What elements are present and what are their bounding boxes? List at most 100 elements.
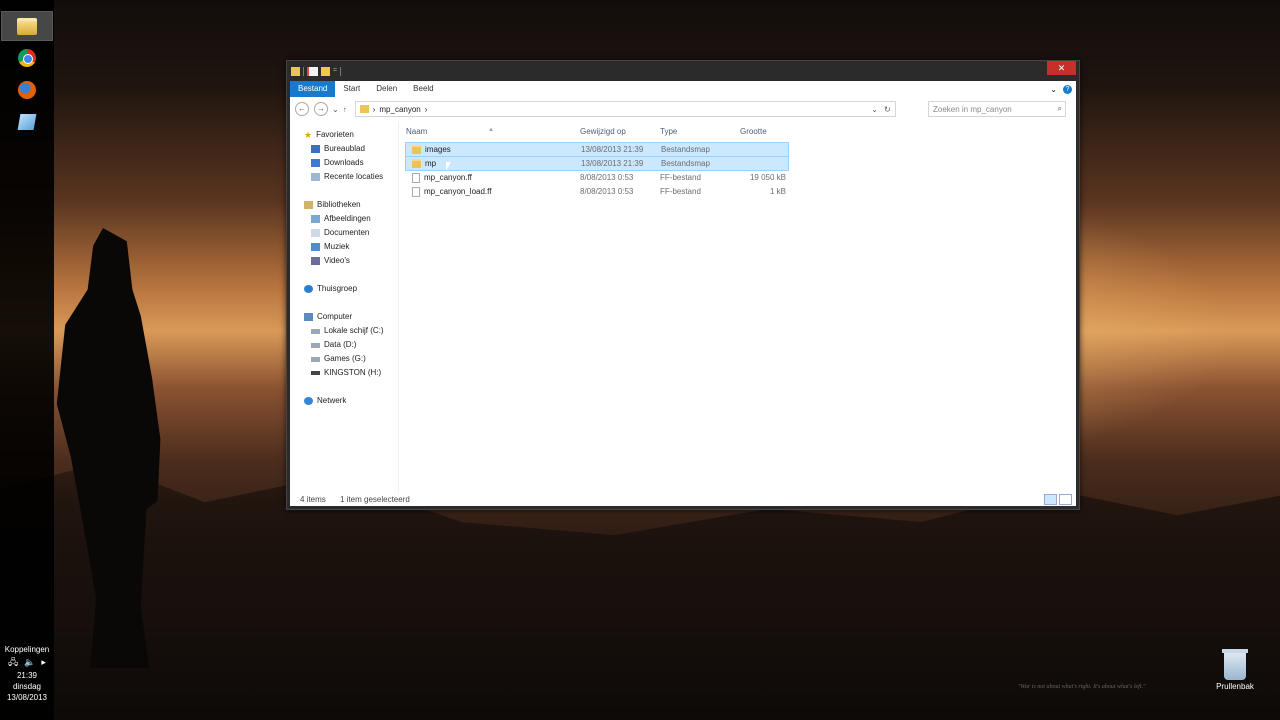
clock-date[interactable]: 13/08/2013	[0, 692, 54, 703]
system-tray: Koppelingen 🖧 🔈 ▸ 21:39 dinsdag 13/08/20…	[0, 644, 54, 703]
back-button[interactable]: ←	[295, 102, 309, 116]
taskbar: Koppelingen 🖧 🔈 ▸ 21:39 dinsdag 13/08/20…	[0, 0, 54, 720]
file-size: 1 kB	[769, 187, 786, 196]
divider	[340, 66, 342, 76]
file-row[interactable]: mp_canyon.ff 8/08/2013 0:53 FF-bestand 1…	[406, 171, 788, 184]
wallpaper-quote: "War is not about what's right. It's abo…	[1018, 684, 1146, 690]
nav-favorieten[interactable]: ★ Favorieten	[304, 129, 354, 141]
recent-locations-icon[interactable]: ⌄	[332, 105, 339, 114]
nav-thuisgroep[interactable]: Thuisgroep	[304, 283, 357, 295]
nav-afbeeldingen[interactable]: Afbeeldingen	[311, 213, 371, 225]
nav-videos[interactable]: Video's	[311, 255, 350, 267]
nav-drive-g[interactable]: Games (G:)	[311, 353, 366, 365]
libraries-icon	[304, 201, 313, 209]
taskbar-paper-app[interactable]	[2, 108, 52, 136]
nav-drive-h[interactable]: KINGSTON (H:)	[311, 367, 381, 379]
tab-bestand[interactable]: Bestand	[290, 81, 336, 97]
file-row[interactable]: mp_canyon_load.ff 8/08/2013 0:53 FF-best…	[406, 185, 788, 198]
file-type: FF-bestand	[660, 187, 701, 196]
chevron-right-icon[interactable]: ▸	[41, 657, 46, 668]
network-tray-icon[interactable]: 🖧	[8, 657, 18, 668]
new-folder-icon[interactable]	[321, 66, 330, 76]
tab-beeld[interactable]: Beeld	[405, 81, 441, 97]
file-modified: 13/08/2013 21:39	[581, 159, 644, 168]
file-list: Naam ▲ Gewijzigd op Type Grootte images …	[398, 121, 1076, 493]
column-header-modified[interactable]: Gewijzigd op	[580, 127, 626, 136]
customize-toolbar-icon[interactable]: =	[333, 67, 337, 76]
sort-ascending-icon: ▲	[488, 127, 494, 133]
star-icon: ★	[304, 130, 313, 140]
expand-ribbon-icon[interactable]: ⌄	[1050, 85, 1057, 94]
address-history-icon[interactable]: ⌄	[871, 105, 878, 114]
file-row[interactable]: images 13/08/2013 21:39 Bestandsmap	[405, 142, 789, 157]
large-icons-view-button[interactable]	[1059, 494, 1072, 505]
title-bar[interactable]: = ✕	[287, 61, 1079, 81]
nav-drive-d[interactable]: Data (D:)	[311, 339, 356, 351]
explorer-body: ★ Favorieten Bureaublad Downloads Recente…	[290, 121, 1076, 493]
file-type: Bestandsmap	[661, 145, 710, 154]
status-selection: 1 item geselecteerd	[340, 495, 410, 504]
search-icon[interactable]: ⌕	[1058, 104, 1062, 114]
mouse-cursor	[446, 162, 451, 171]
clock-day[interactable]: dinsdag	[0, 681, 54, 692]
links-toolbar[interactable]: Koppelingen	[0, 644, 54, 655]
divider	[303, 66, 304, 76]
documents-icon	[311, 229, 320, 237]
chrome-icon	[18, 49, 36, 67]
taskbar-file-explorer[interactable]	[1, 11, 53, 41]
folder-icon	[412, 145, 421, 155]
usb-drive-icon	[311, 371, 320, 375]
network-icon	[304, 397, 313, 405]
view-switcher	[1044, 494, 1072, 505]
file-name: mp_canyon.ff	[412, 171, 472, 184]
column-header-type[interactable]: Type	[660, 127, 677, 136]
file-size: 19 050 kB	[749, 173, 786, 182]
tab-start[interactable]: Start	[335, 81, 368, 97]
details-view-button[interactable]	[1044, 494, 1057, 505]
navigation-pane: ★ Favorieten Bureaublad Downloads Recente…	[290, 121, 399, 493]
nav-muziek[interactable]: Muziek	[311, 241, 349, 253]
column-header-name[interactable]: Naam	[406, 127, 427, 136]
forward-button[interactable]: →	[314, 102, 328, 116]
recycle-bin[interactable]: Prullenbak	[1210, 649, 1260, 691]
videos-icon	[311, 257, 320, 265]
properties-icon[interactable]	[307, 66, 318, 76]
computer-icon	[304, 313, 313, 321]
downloads-icon	[311, 159, 320, 167]
nav-documenten[interactable]: Documenten	[311, 227, 369, 239]
homegroup-icon	[304, 285, 313, 293]
taskbar-chrome[interactable]	[2, 44, 52, 72]
up-button[interactable]: ↑	[343, 105, 347, 114]
breadcrumb-mp-canyon[interactable]: mp_canyon	[379, 105, 420, 114]
nav-drive-c[interactable]: Lokale schijf (C:)	[311, 325, 384, 337]
nav-bibliotheken[interactable]: Bibliotheken	[304, 199, 361, 211]
drive-icon	[311, 342, 320, 348]
taskbar-firefox[interactable]	[2, 76, 52, 104]
help-icon[interactable]: ?	[1063, 84, 1072, 94]
close-button[interactable]: ✕	[1047, 61, 1076, 75]
breadcrumb-separator-icon[interactable]: ›	[425, 105, 428, 114]
recent-places-icon	[311, 173, 320, 181]
search-input[interactable]: Zoeken in mp_canyon ⌕	[928, 101, 1066, 117]
volume-tray-icon[interactable]: 🔈	[24, 657, 35, 668]
address-bar[interactable]: › mp_canyon › ⌄ ↻	[354, 101, 896, 117]
nav-recente-locaties[interactable]: Recente locaties	[311, 171, 383, 183]
nav-computer[interactable]: Computer	[304, 311, 352, 323]
file-icon	[412, 186, 420, 197]
recycle-bin-icon	[1222, 649, 1248, 680]
refresh-icon[interactable]: ↻	[884, 105, 891, 114]
clock-time[interactable]: 21:39	[0, 670, 54, 681]
nav-bureaublad[interactable]: Bureaublad	[311, 143, 365, 155]
file-row[interactable]: mp 13/08/2013 21:39 Bestandsmap	[405, 156, 789, 171]
nav-downloads[interactable]: Downloads	[311, 157, 364, 169]
nav-netwerk[interactable]: Netwerk	[304, 395, 346, 407]
breadcrumb-separator-icon[interactable]: ›	[373, 105, 376, 114]
column-header-size[interactable]: Grootte	[740, 127, 767, 136]
music-icon	[311, 243, 320, 251]
firefox-icon	[18, 81, 36, 99]
address-folder-icon	[359, 105, 369, 113]
status-bar: 4 items 1 item geselecteerd	[290, 493, 1076, 506]
file-type: FF-bestand	[660, 173, 701, 182]
window-folder-icon	[291, 66, 300, 76]
tab-delen[interactable]: Delen	[368, 81, 405, 97]
